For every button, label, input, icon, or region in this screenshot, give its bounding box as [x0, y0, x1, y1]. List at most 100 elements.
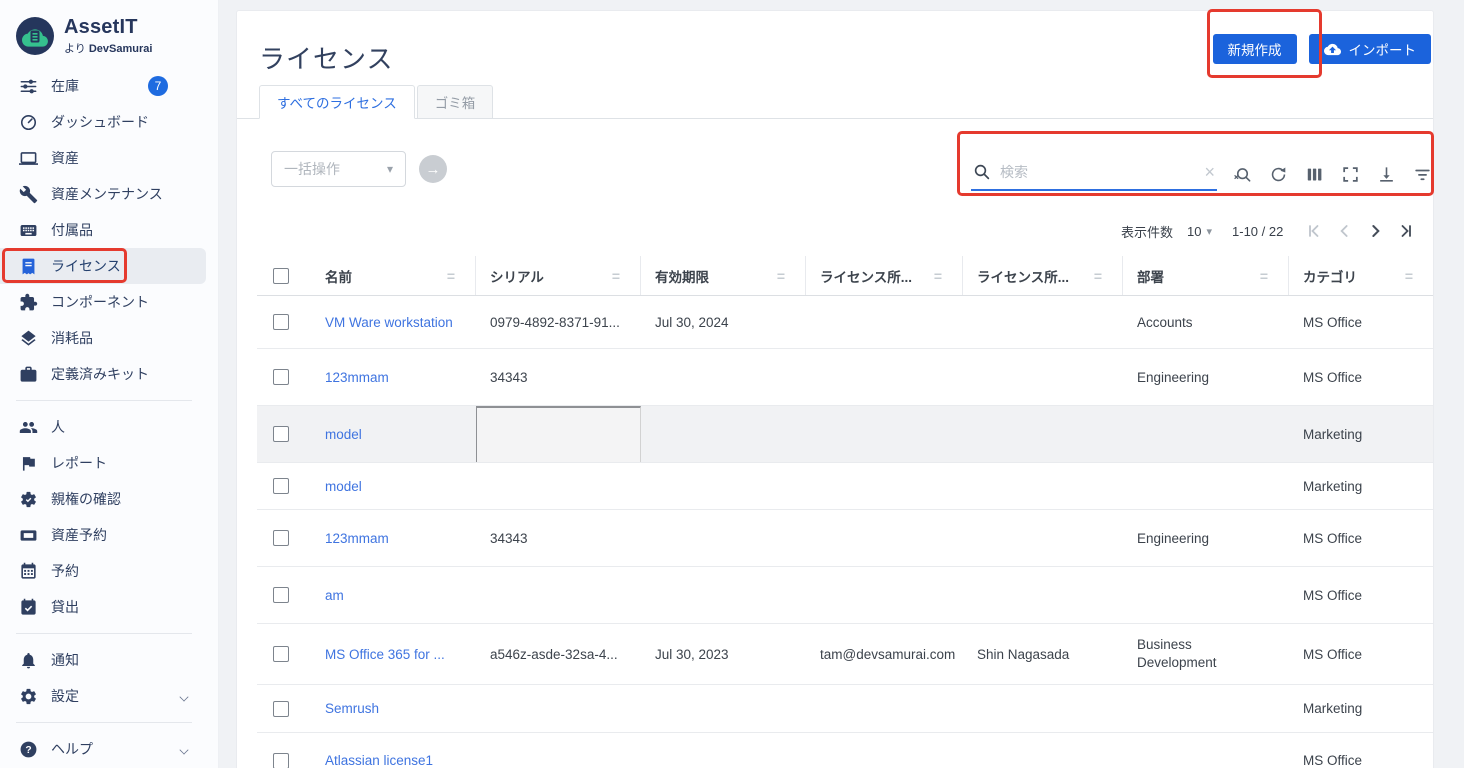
previous-page-button[interactable]: [1333, 219, 1357, 243]
gear-icon: [19, 687, 38, 706]
laptop-icon: [19, 149, 38, 168]
column-menu-icon[interactable]: =: [1405, 268, 1419, 284]
bulk-action-select[interactable]: 一括操作 ▾: [271, 151, 406, 187]
table-header-row: 名前 = シリアル = 有効期限 = ライセンス所... = ライセンス所... = 部署…: [257, 256, 1433, 296]
sidebar-item-dashboard[interactable]: ダッシュボード: [0, 104, 218, 140]
table-row: 123mmam 34343 Engineering MS Office: [257, 510, 1433, 567]
row-checkbox[interactable]: [273, 646, 289, 662]
column-header-department[interactable]: 部署: [1137, 266, 1164, 286]
column-menu-icon[interactable]: =: [934, 268, 948, 284]
sidebar-divider: [16, 633, 192, 634]
last-page-button[interactable]: [1393, 219, 1417, 243]
license-name-link[interactable]: model: [325, 479, 362, 494]
import-button[interactable]: インポート: [1309, 34, 1432, 64]
app-title: AssetIT: [64, 16, 152, 39]
sidebar-item-reservations[interactable]: 予約: [0, 553, 218, 589]
help-icon: ?: [19, 740, 38, 759]
column-header-serial[interactable]: シリアル: [490, 266, 544, 286]
pagination: 表示件数 10 ▾ 1-10 / 22: [1121, 219, 1417, 243]
create-new-button[interactable]: 新規作成: [1213, 34, 1297, 64]
row-checkbox[interactable]: [273, 426, 289, 442]
row-checkbox[interactable]: [273, 753, 289, 768]
sliders-icon: [19, 77, 38, 96]
download-icon[interactable]: [1377, 165, 1396, 184]
row-checkbox[interactable]: [273, 369, 289, 385]
svg-text:?: ?: [25, 745, 31, 756]
flag-icon: [19, 454, 38, 473]
license-name-link[interactable]: model: [325, 427, 362, 442]
sidebar-item-checkout[interactable]: 貸出: [0, 589, 218, 625]
row-checkbox[interactable]: [273, 530, 289, 546]
sidebar: AssetIT より DevSamurai 在庫 7 ダッシュボード 資産 資産…: [0, 0, 219, 768]
calendar-check-icon: [19, 598, 38, 617]
rows-per-page-value[interactable]: 10: [1187, 224, 1201, 239]
brand: AssetIT より DevSamurai: [0, 0, 218, 58]
sidebar-item-licenses[interactable]: ライセンス: [0, 248, 206, 284]
sidebar-item-accessories[interactable]: 付属品: [0, 212, 218, 248]
license-tabs: すべてのライセンス ゴミ箱: [259, 85, 493, 119]
license-name-link[interactable]: 123mmam: [325, 531, 389, 546]
fullscreen-icon[interactable]: [1341, 165, 1360, 184]
license-name-link[interactable]: Semrush: [325, 701, 379, 716]
calendar-icon: [19, 562, 38, 581]
column-menu-icon[interactable]: =: [447, 268, 461, 284]
license-icon: [19, 257, 38, 276]
sidebar-item-reports[interactable]: レポート: [0, 445, 218, 481]
next-page-button[interactable]: [1363, 219, 1387, 243]
puzzle-icon: [19, 293, 38, 312]
row-checkbox[interactable]: [273, 701, 289, 717]
ticket-icon: [19, 526, 38, 545]
sidebar-item-predefined-kits[interactable]: 定義済みキット: [0, 356, 218, 392]
sidebar-item-settings[interactable]: 設定: [0, 678, 218, 714]
refresh-icon[interactable]: [1269, 165, 1288, 184]
first-page-button[interactable]: [1303, 219, 1327, 243]
column-header-license-owner-name[interactable]: ライセンス所...: [977, 266, 1069, 286]
sidebar-item-asset-maintenance[interactable]: 資産メンテナンス: [0, 176, 218, 212]
chevron-down-icon: ▾: [387, 162, 393, 176]
sidebar-item-notifications[interactable]: 通知: [0, 642, 218, 678]
sidebar-item-people[interactable]: 人: [0, 409, 218, 445]
sidebar-item-assets[interactable]: 資産: [0, 140, 218, 176]
sidebar-item-asset-booking[interactable]: 資産予約: [0, 517, 218, 553]
sidebar-item-audit[interactable]: 親権の確認: [0, 481, 218, 517]
column-menu-icon[interactable]: =: [1094, 268, 1108, 284]
license-name-link[interactable]: am: [325, 588, 344, 603]
filter-icon[interactable]: [1413, 165, 1432, 184]
column-header-expiry[interactable]: 有効期限: [655, 266, 709, 286]
pagination-range: 1-10 / 22: [1232, 224, 1283, 239]
license-name-link[interactable]: Atlassian license1: [325, 753, 433, 768]
column-header-category[interactable]: カテゴリ: [1303, 266, 1357, 286]
sidebar-item-help[interactable]: ? ヘルプ: [0, 731, 218, 767]
sidebar-item-components[interactable]: コンポーネント: [0, 284, 218, 320]
search-off-icon[interactable]: [1233, 165, 1252, 184]
search-input[interactable]: [1000, 164, 1185, 180]
columns-icon[interactable]: [1305, 165, 1324, 184]
keyboard-icon: [19, 221, 38, 240]
column-header-name[interactable]: 名前: [325, 266, 352, 286]
column-menu-icon[interactable]: =: [612, 268, 626, 284]
column-menu-icon[interactable]: =: [777, 268, 791, 284]
select-all-checkbox[interactable]: [273, 268, 289, 284]
people-icon: [19, 418, 38, 437]
sidebar-item-consumables[interactable]: 消耗品: [0, 320, 218, 356]
search-field[interactable]: ×: [971, 157, 1217, 191]
bulk-action-apply-button[interactable]: →: [419, 155, 447, 183]
licenses-table: 名前 = シリアル = 有効期限 = ライセンス所... = ライセンス所... = 部署…: [237, 256, 1433, 768]
column-menu-icon[interactable]: =: [1260, 268, 1274, 284]
focused-cell[interactable]: [476, 406, 641, 462]
license-name-link[interactable]: MS Office 365 for ...: [325, 647, 445, 662]
cloud-upload-icon: [1324, 41, 1341, 58]
table-row: model Marketing: [257, 463, 1433, 510]
row-checkbox[interactable]: [273, 314, 289, 330]
toolbox-icon: [19, 365, 38, 384]
sidebar-item-inventory[interactable]: 在庫 7: [0, 68, 218, 104]
clear-search-icon[interactable]: ×: [1204, 163, 1215, 181]
row-checkbox[interactable]: [273, 587, 289, 603]
chevron-down-icon[interactable]: ▾: [1206, 225, 1212, 238]
tab-all-licenses[interactable]: すべてのライセンス: [259, 85, 415, 119]
column-header-license-owner-email[interactable]: ライセンス所...: [820, 266, 912, 286]
license-name-link[interactable]: 123mmam: [325, 370, 389, 385]
tab-trash[interactable]: ゴミ箱: [417, 85, 494, 119]
row-checkbox[interactable]: [273, 478, 289, 494]
license-name-link[interactable]: VM Ware workstation: [325, 315, 453, 330]
